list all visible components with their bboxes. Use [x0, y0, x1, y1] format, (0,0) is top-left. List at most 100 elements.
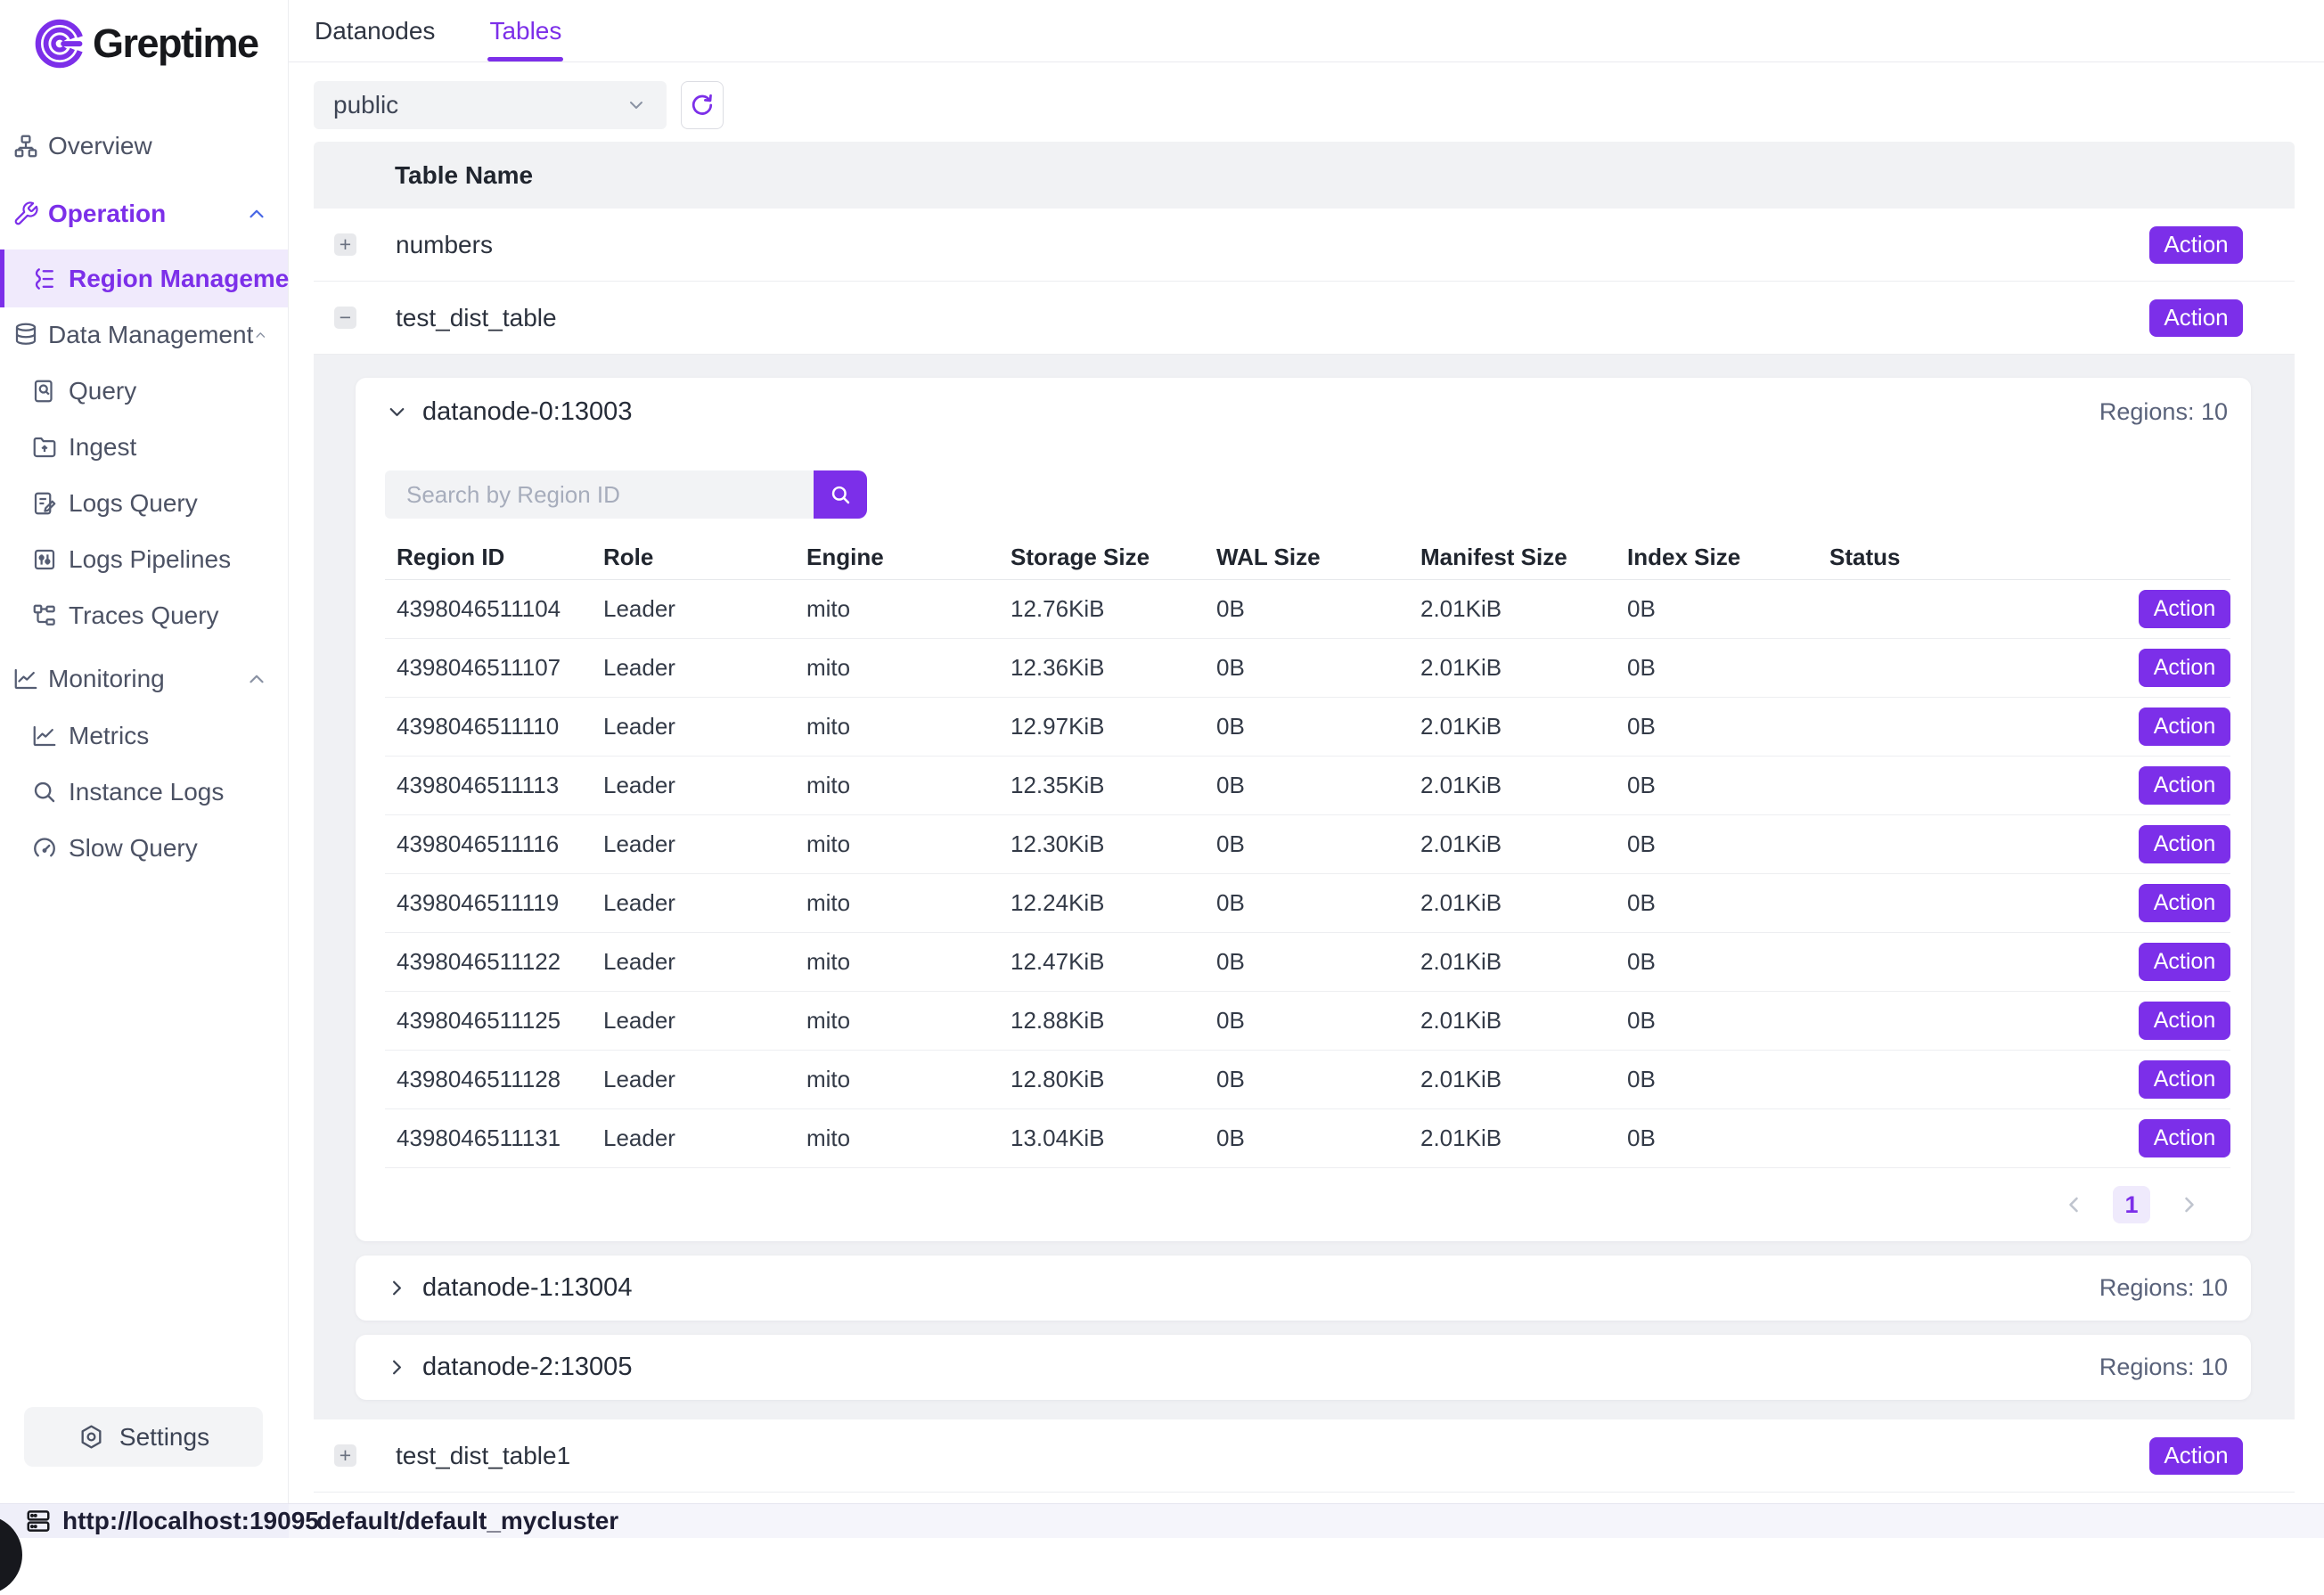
sidebar-item-query[interactable]: Query: [0, 363, 288, 419]
table-row: + numbers Action: [314, 209, 2295, 282]
table-row: − test_dist_table Action: [314, 282, 2295, 355]
chevron-right-icon[interactable]: [385, 1276, 409, 1300]
region-search-input[interactable]: [385, 470, 814, 519]
cell-storage-size: 12.35KiB: [1011, 772, 1216, 799]
region-row: 4398046511107 Leader mito 12.36KiB 0B 2.…: [385, 639, 2230, 698]
sidebar-item-label: Monitoring: [48, 665, 245, 693]
column-header: Status: [1829, 544, 2088, 571]
settings-button[interactable]: Settings: [24, 1407, 263, 1467]
pagination-next-icon[interactable]: [2177, 1192, 2202, 1217]
region-action-button[interactable]: Action: [2139, 1060, 2230, 1099]
cell-region-id: 4398046511113: [385, 772, 603, 799]
column-header: WAL Size: [1216, 544, 1420, 571]
datanode-title: datanode-2:13005: [422, 1353, 632, 1382]
region-table-header: Region ID Role Engine Storage Size WAL S…: [385, 535, 2230, 580]
sidebar-item-label: Logs Query: [69, 489, 268, 518]
cell-index-size: 0B: [1627, 1066, 1829, 1093]
metrics-chart-icon: [31, 723, 58, 749]
region-action-button[interactable]: Action: [2139, 1002, 2230, 1040]
cell-storage-size: 13.04KiB: [1011, 1125, 1216, 1152]
expand-plus-button[interactable]: +: [334, 1444, 356, 1467]
cell-manifest-size: 2.01KiB: [1420, 830, 1627, 858]
chevron-up-icon[interactable]: [245, 667, 268, 691]
region-action-button[interactable]: Action: [2139, 1119, 2230, 1157]
region-action-button[interactable]: Action: [2139, 649, 2230, 687]
pagination: 1: [356, 1168, 2251, 1241]
refresh-button[interactable]: [681, 81, 724, 129]
sidebar-item-overview[interactable]: Overview: [0, 118, 288, 175]
datanode-card-header[interactable]: datanode-0:13003 Regions: 10: [356, 378, 2251, 446]
region-row: 4398046511113 Leader mito 12.35KiB 0B 2.…: [385, 757, 2230, 815]
chevron-up-icon[interactable]: [245, 202, 268, 225]
table-action-button[interactable]: Action: [2149, 226, 2243, 264]
cluster-name[interactable]: default/default_mycluster: [316, 1507, 618, 1535]
sidebar-item-label: Slow Query: [69, 834, 268, 863]
logo: Greptime: [0, 0, 288, 70]
sidebar-item-monitoring[interactable]: Monitoring: [0, 650, 288, 708]
cell-manifest-size: 2.01KiB: [1420, 654, 1627, 682]
cell-region-id: 4398046511125: [385, 1007, 603, 1035]
sidebar-item-label: Overview: [48, 132, 268, 160]
sidebar-item-instance-logs[interactable]: Instance Logs: [0, 764, 288, 820]
sidebar-item-logs-pipelines[interactable]: Logs Pipelines: [0, 531, 288, 587]
sidebar-item-ingest[interactable]: Ingest: [0, 419, 288, 475]
cell-engine: mito: [806, 1007, 1011, 1035]
cell-engine: mito: [806, 1066, 1011, 1093]
collapse-minus-button[interactable]: −: [334, 307, 356, 329]
region-action-button[interactable]: Action: [2139, 943, 2230, 981]
schema-select[interactable]: public: [314, 81, 667, 129]
table-action-button[interactable]: Action: [2149, 1437, 2243, 1475]
status-bar: http://localhost:19095 default/default_m…: [0, 1503, 2324, 1538]
cell-manifest-size: 2.01KiB: [1420, 889, 1627, 917]
sidebar: Greptime Overview Operation Region M: [0, 0, 289, 1503]
region-search-button[interactable]: [814, 470, 867, 519]
database-icon: [12, 322, 39, 348]
region-action-button[interactable]: Action: [2139, 590, 2230, 628]
sidebar-item-data-management[interactable]: Data Management: [0, 307, 288, 363]
pagination-page-1[interactable]: 1: [2113, 1186, 2150, 1223]
region-action-button[interactable]: Action: [2139, 825, 2230, 863]
chevron-down-icon[interactable]: [385, 400, 409, 424]
cell-storage-size: 12.30KiB: [1011, 830, 1216, 858]
cell-role: Leader: [603, 830, 806, 858]
region-action-button[interactable]: Action: [2139, 884, 2230, 922]
expand-plus-button[interactable]: +: [334, 233, 356, 256]
sidebar-item-operation[interactable]: Operation: [0, 185, 288, 242]
sidebar-nav: Overview Operation Region Management Dat…: [0, 118, 288, 876]
greptime-logo-icon: [34, 18, 86, 70]
cell-index-size: 0B: [1627, 1007, 1829, 1035]
cell-region-id: 4398046511104: [385, 595, 603, 623]
cell-engine: mito: [806, 654, 1011, 682]
region-action-button[interactable]: Action: [2139, 708, 2230, 746]
cell-region-id: 4398046511110: [385, 713, 603, 740]
cell-role: Leader: [603, 948, 806, 976]
cell-storage-size: 12.36KiB: [1011, 654, 1216, 682]
chevron-right-icon[interactable]: [385, 1355, 409, 1379]
chevron-up-icon[interactable]: [253, 323, 268, 347]
line-chart-icon: [12, 666, 39, 692]
tab-datanodes[interactable]: Datanodes: [315, 0, 435, 61]
datanode-card-collapsed[interactable]: datanode-1:13004 Regions: 10: [356, 1256, 2251, 1321]
tab-tables[interactable]: Tables: [489, 0, 561, 61]
sidebar-item-logs-query[interactable]: Logs Query: [0, 475, 288, 531]
sidebar-item-region-management[interactable]: Region Management: [0, 249, 288, 307]
cell-engine: mito: [806, 772, 1011, 799]
cell-wal-size: 0B: [1216, 1066, 1420, 1093]
server-url[interactable]: http://localhost:19095: [62, 1507, 319, 1535]
cell-manifest-size: 2.01KiB: [1420, 713, 1627, 740]
region-row: 4398046511116 Leader mito 12.30KiB 0B 2.…: [385, 815, 2230, 874]
cell-index-size: 0B: [1627, 1125, 1829, 1152]
cell-role: Leader: [603, 1125, 806, 1152]
table-action-button[interactable]: Action: [2149, 299, 2243, 337]
sidebar-item-traces-query[interactable]: Traces Query: [0, 587, 288, 643]
cell-wal-size: 0B: [1216, 772, 1420, 799]
datanode-title: datanode-0:13003: [422, 397, 632, 427]
pagination-prev-icon[interactable]: [2061, 1192, 2086, 1217]
region-action-button[interactable]: Action: [2139, 766, 2230, 805]
datanode-card-collapsed[interactable]: datanode-2:13005 Regions: 10: [356, 1335, 2251, 1400]
region-search-row: [356, 470, 2251, 519]
sidebar-item-slow-query[interactable]: Slow Query: [0, 820, 288, 876]
region-tree-icon: [31, 266, 58, 292]
cell-index-size: 0B: [1627, 713, 1829, 740]
sidebar-item-metrics[interactable]: Metrics: [0, 708, 288, 764]
